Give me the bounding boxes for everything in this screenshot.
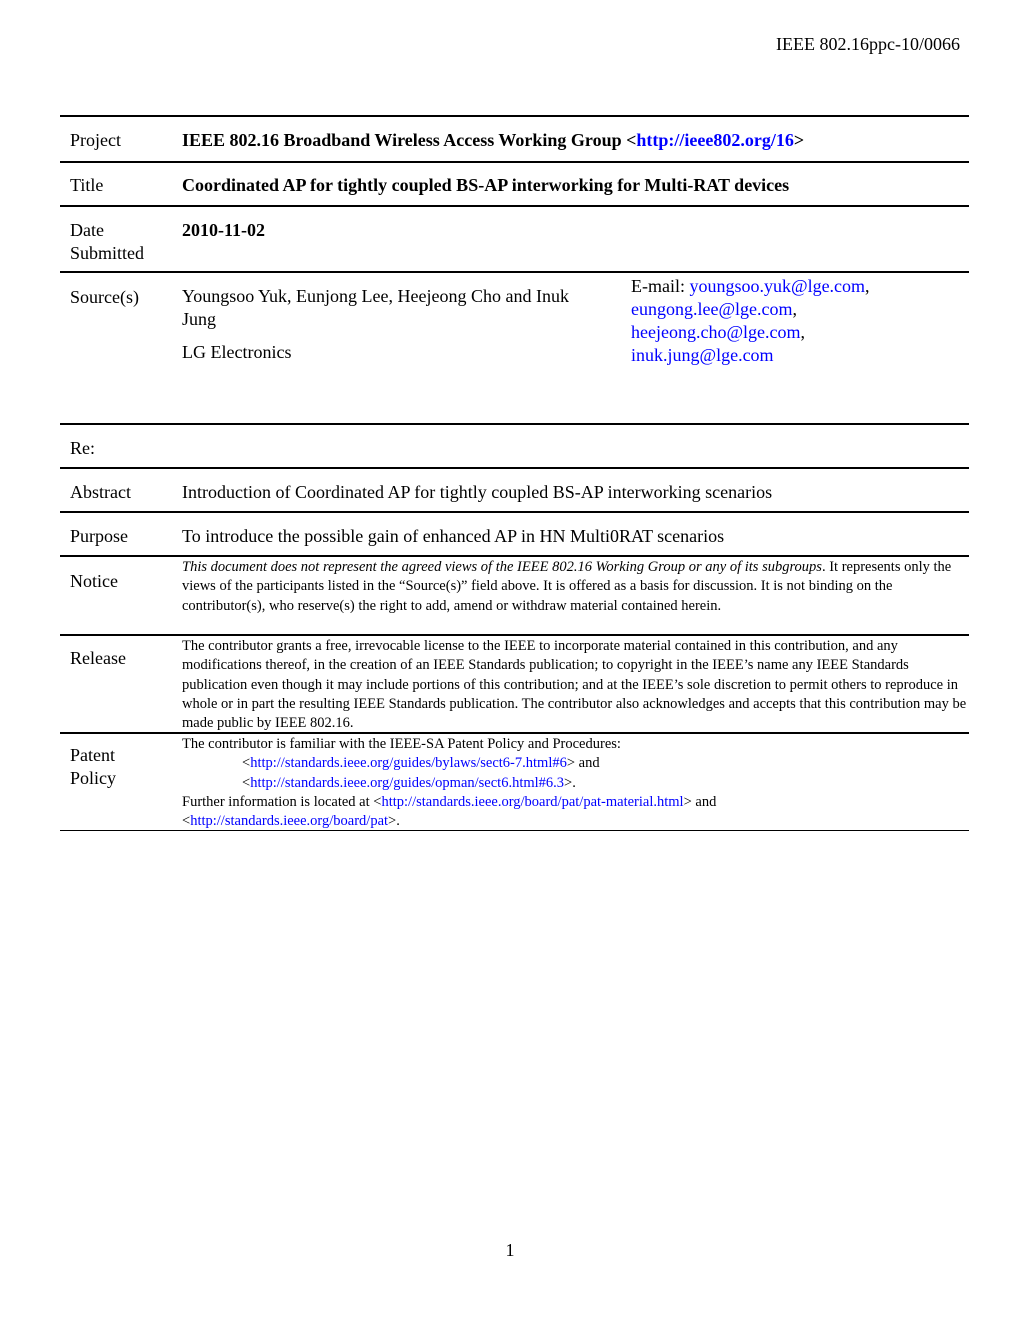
patent-link-board[interactable]: http://standards.ieee.org/board/pat <box>190 813 388 829</box>
patent-value: The contributor is familiar with the IEE… <box>182 735 967 831</box>
row-abstract: Abstract Introduction of Coordinated AP … <box>60 467 969 511</box>
row-date: Date Submitted 2010-11-02 <box>60 205 969 271</box>
source-authors: Youngsoo Yuk, Eunjong Lee, Heejeong Cho … <box>182 286 569 329</box>
link-suffix: > and <box>566 755 600 772</box>
date-value: 2010-11-02 <box>182 220 265 240</box>
cover-sheet-table: Project IEEE 802.16 Broadband Wireless A… <box>60 115 969 831</box>
patent-intro: The contributor is familiar with the IEE… <box>182 736 621 752</box>
patent-link-opman[interactable]: http://standards.ieee.org/guides/opman/s… <box>250 775 564 791</box>
project-suffix: > <box>793 130 805 150</box>
notice-italic-text: This document does not represent the agr… <box>182 559 822 575</box>
abstract-label: Abstract <box>70 482 131 502</box>
date-label-line1: Date <box>70 220 104 240</box>
page-number: 1 <box>505 1240 515 1260</box>
title-value: Coordinated AP for tightly coupled BS-AP… <box>182 175 790 195</box>
source-organization: LG Electronics <box>182 342 292 362</box>
date-label-line2: Submitted <box>70 243 145 263</box>
notice-value: This document does not represent the agr… <box>182 558 967 616</box>
email-separator: , <box>865 276 870 296</box>
re-label: Re: <box>70 438 95 458</box>
email-separator: , <box>800 322 806 342</box>
row-re: Re: <box>60 423 969 467</box>
row-patent-policy: Patent Policy The contributor is familiar… <box>60 732 969 831</box>
source-emails: E-mail: youngsoo.yuk@lge.com, eungong.le… <box>631 275 870 367</box>
lt-symbol: < <box>182 813 191 830</box>
date-label: Date Submitted <box>70 219 144 265</box>
lt-symbol: < <box>242 755 251 772</box>
purpose-label: Purpose <box>70 526 128 546</box>
release-value: The contributor grants a free, irrevocab… <box>182 638 967 732</box>
email-link[interactable]: eungong.lee@lge.com <box>631 299 793 319</box>
lt-symbol: < <box>242 774 251 791</box>
project-label: Project <box>70 130 121 150</box>
patent-label-line2: Policy <box>70 768 117 788</box>
email-link[interactable]: inuk.jung@lge.com <box>631 345 774 365</box>
title-label: Title <box>70 175 104 195</box>
project-text: IEEE 802.16 Broadband Wireless Access Wo… <box>182 130 637 150</box>
source-value: Youngsoo Yuk, Eunjong Lee, Heejeong Cho … <box>182 285 602 364</box>
email-link[interactable]: heejeong.cho@lge.com <box>631 322 801 342</box>
patent-further-text: Further information is located at < <box>182 793 382 810</box>
purpose-value: To introduce the possible gain of enhanc… <box>182 526 725 546</box>
project-value: IEEE 802.16 Broadband Wireless Access Wo… <box>182 129 804 152</box>
abstract-value: Introduction of Coordinated AP for tight… <box>182 482 773 502</box>
row-source: Source(s) Youngsoo Yuk, Eunjong Lee, Hee… <box>60 271 969 423</box>
row-title: Title Coordinated AP for tightly coupled… <box>60 161 969 205</box>
link-suffix: > and <box>683 793 717 810</box>
email-link[interactable]: youngsoo.yuk@lge.com <box>689 276 865 296</box>
email-label: E-mail: <box>631 276 690 296</box>
row-release: Release The contributor grants a free, i… <box>60 634 969 732</box>
patent-link-material[interactable]: http://standards.ieee.org/board/pat/pat-… <box>381 794 683 810</box>
row-purpose: Purpose To introduce the possible gain o… <box>60 511 969 555</box>
patent-link-line-1: <http://standards.ieee.org/guides/bylaws… <box>182 754 967 773</box>
patent-link-line-2: <http://standards.ieee.org/guides/opman/… <box>182 774 967 793</box>
patent-link-bylaws[interactable]: http://standards.ieee.org/guides/bylaws/… <box>250 755 567 771</box>
document-id: IEEE 802.16ppc-10/0066 <box>776 34 960 54</box>
release-label: Release <box>70 648 126 668</box>
patent-label: Patent Policy <box>70 744 116 790</box>
project-link[interactable]: http://ieee802.org/16 <box>636 130 793 150</box>
row-project: Project IEEE 802.16 Broadband Wireless A… <box>60 115 969 161</box>
source-label: Source(s) <box>70 287 139 307</box>
email-separator: , <box>792 299 798 319</box>
notice-label: Notice <box>70 571 118 591</box>
link-suffix: >. <box>388 813 400 830</box>
link-suffix: >. <box>564 774 576 791</box>
row-notice: Notice This document does not represent … <box>60 555 969 634</box>
patent-label-line1: Patent <box>70 745 115 765</box>
